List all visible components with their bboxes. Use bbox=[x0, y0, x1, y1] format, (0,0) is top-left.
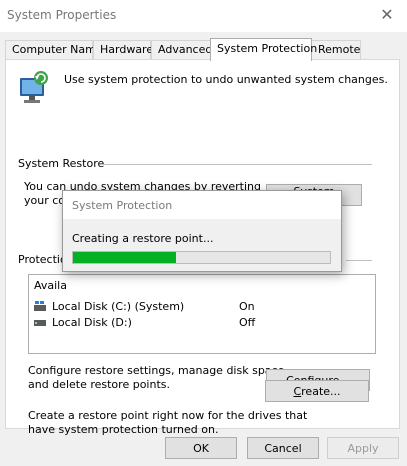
system-restore-label: System Restore bbox=[18, 157, 105, 170]
progress-bar bbox=[72, 251, 331, 264]
protection-settings-label: Protectio bbox=[18, 253, 67, 266]
progress-dialog: System Protection Creating a restore poi… bbox=[62, 190, 342, 272]
footer-bar: OK Cancel Apply bbox=[0, 432, 407, 466]
tab-advanced[interactable]: Advanced bbox=[151, 40, 212, 60]
drives-list[interactable]: Availa Local Disk (C:) (System) On Local… bbox=[28, 274, 376, 354]
tab-remote[interactable]: Remote bbox=[311, 40, 361, 60]
progress-fill bbox=[73, 252, 176, 263]
progress-dialog-title: System Protection bbox=[72, 199, 173, 212]
window-title: System Properties bbox=[7, 8, 117, 22]
section-divider bbox=[102, 164, 372, 165]
apply-button: Apply bbox=[327, 437, 399, 459]
section-divider bbox=[346, 260, 372, 261]
list-item[interactable]: Local Disk (D:) Off bbox=[34, 315, 374, 331]
drive-icon bbox=[34, 320, 46, 326]
cancel-button[interactable]: Cancel bbox=[247, 437, 319, 459]
progress-message: Creating a restore point... bbox=[72, 232, 214, 245]
close-button[interactable]: ✕ bbox=[373, 4, 401, 26]
close-icon: ✕ bbox=[380, 5, 394, 24]
tab-system-protection[interactable]: System Protection bbox=[210, 38, 317, 61]
progress-dialog-content: Creating a restore point... bbox=[63, 219, 341, 271]
system-protection-icon bbox=[20, 71, 48, 103]
ok-button[interactable]: OK bbox=[165, 437, 237, 459]
intro-text: Use system protection to undo unwanted s… bbox=[64, 73, 388, 86]
configure-description: Configure restore settings, manage disk … bbox=[28, 364, 288, 391]
system-drive-icon bbox=[34, 301, 46, 311]
title-bar: System Properties ✕ bbox=[0, 0, 407, 32]
tab-computer-name[interactable]: Computer Name bbox=[5, 40, 103, 60]
create-button[interactable]: Create... bbox=[265, 380, 369, 402]
tab-hardware[interactable]: Hardware bbox=[93, 40, 153, 60]
drives-list-header: Availa bbox=[34, 279, 67, 292]
list-item[interactable]: Local Disk (C:) (System) On bbox=[34, 299, 374, 315]
